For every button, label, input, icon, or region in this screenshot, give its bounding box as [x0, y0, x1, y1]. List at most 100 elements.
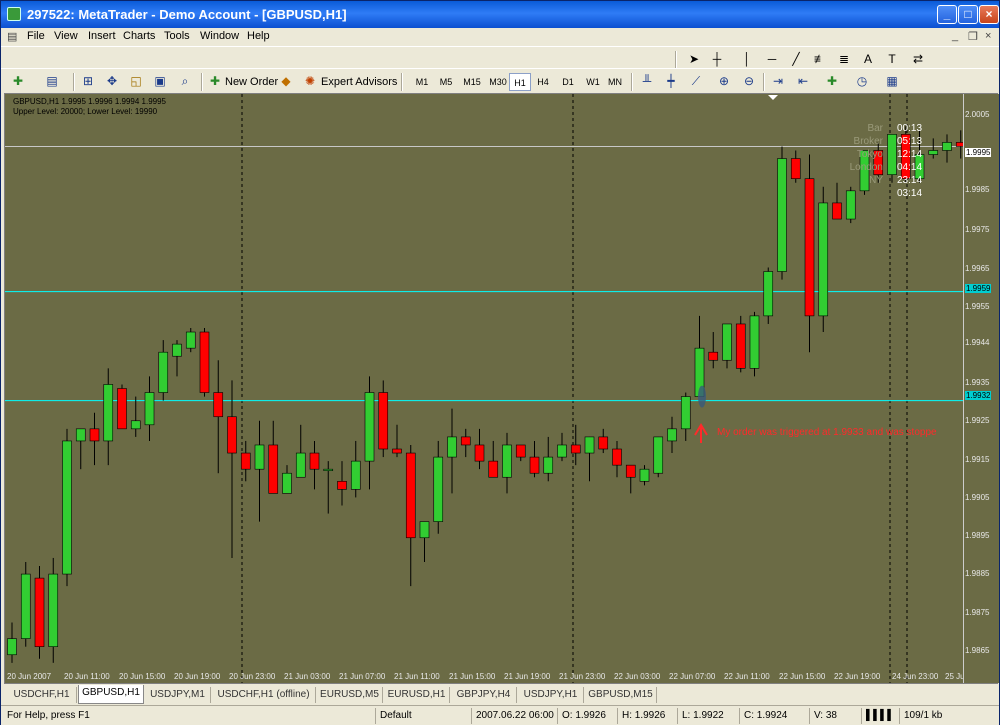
close-button[interactable]: × [979, 5, 999, 24]
expert-advisors-button[interactable]: Expert Advisors [321, 73, 397, 91]
profiles-icon[interactable]: ▤ [43, 73, 61, 90]
cursor-icon[interactable]: ➤ [685, 51, 703, 68]
connection-bars-icon: ▌▌▌▌ [861, 708, 897, 724]
price-axis[interactable]: 2.0005 1.9995 1.9985 1.9975 1.9965 1.995… [963, 94, 999, 683]
channel-icon[interactable]: ≢ [811, 51, 829, 68]
tab-gbpjpy-h4[interactable]: GBPJPY,H4 [451, 687, 517, 703]
candle-body [584, 436, 595, 454]
tab-gbpusd-h1[interactable]: GBPUSD,H1 [78, 685, 144, 704]
text-label-icon[interactable]: T [883, 51, 901, 68]
timeframe-d1[interactable]: D1 [557, 73, 579, 91]
tab-usdjpy-m1[interactable]: USDJPY,M1 [145, 687, 211, 703]
market-watch-icon[interactable]: ⊞ [79, 73, 97, 90]
autoscroll-icon[interactable]: ⇥ [769, 73, 787, 90]
candle-body [680, 396, 691, 430]
menu-insert[interactable]: Insert [88, 30, 116, 42]
mdi-minimize-icon[interactable]: _ [952, 30, 958, 42]
maximize-button[interactable]: □ [958, 5, 978, 24]
x-label: 20 Jun 19:00 [174, 672, 221, 681]
expert-advisors-icon[interactable]: ✺ [301, 73, 319, 90]
mdi-close-icon[interactable]: × [985, 30, 991, 42]
terminal-icon[interactable]: ◱ [127, 73, 145, 90]
candle-body [818, 202, 829, 317]
line-chart-icon[interactable]: ⟋ [687, 73, 705, 90]
text-icon[interactable]: A [859, 51, 877, 68]
vertical-line-icon[interactable]: │ [738, 51, 756, 68]
mdi-chart-icon[interactable]: ▤ [7, 30, 17, 43]
candle-body [89, 428, 100, 442]
candle-body [570, 444, 581, 454]
templates-icon[interactable]: ▦ [883, 73, 901, 90]
status-traffic: 109/1 kb [899, 708, 942, 724]
chart-shift-marker-icon [768, 95, 778, 100]
status-high: H: 1.9926 [617, 708, 665, 724]
tab-usdchf-h1[interactable]: USDCHF,H1 [7, 687, 77, 703]
menu-view[interactable]: View [54, 30, 78, 42]
timeframe-h1[interactable]: H1 [509, 73, 531, 91]
tab-usdchf-h1-offline[interactable]: USDCHF,H1 (offline) [212, 687, 316, 703]
candle-body [722, 323, 732, 361]
periods-icon[interactable]: ◷ [853, 73, 871, 90]
price-chart[interactable] [5, 94, 963, 683]
candle-body [158, 351, 169, 393]
menu-file[interactable]: File [27, 30, 45, 42]
candle-body [295, 452, 306, 478]
horizontal-line-icon[interactable]: ─ [763, 51, 781, 68]
timeframe-w1[interactable]: W1 [582, 73, 604, 91]
candle-body [790, 158, 801, 180]
chart-shift-icon[interactable]: ⇤ [794, 73, 812, 90]
candle-body [955, 142, 963, 147]
zoom-in-icon[interactable]: ⊕ [715, 73, 733, 90]
zoom-out-icon[interactable]: ⊖ [740, 73, 758, 90]
data-window-icon[interactable]: ⌕ [176, 73, 194, 90]
timeframe-m15[interactable]: M15 [459, 73, 485, 91]
candle-body [213, 392, 224, 418]
menu-tools[interactable]: Tools [164, 30, 190, 42]
candle-body [488, 460, 499, 478]
candle-body [433, 456, 444, 522]
bar-chart-icon[interactable]: ╨ [638, 73, 656, 90]
x-label: 22 Jun 15:00 [779, 672, 826, 681]
stat-key-broker: Broker [853, 136, 883, 147]
candle-body [48, 573, 59, 647]
chart-window[interactable]: GBPUSD,H1 1.9995 1.9996 1.9994 1.9995 Up… [4, 93, 999, 684]
trendline-icon[interactable]: ╱ [787, 51, 805, 68]
indicators-icon[interactable]: ✚ [823, 73, 841, 90]
fibonacci-icon[interactable]: ≣ [835, 51, 853, 68]
toolbar-separator [201, 73, 203, 91]
candle-body [144, 392, 155, 426]
candle-body [240, 452, 251, 470]
tab-gbpusd-m15[interactable]: GBPUSD,M15 [585, 687, 657, 703]
navigator-icon[interactable]: ✥ [103, 73, 121, 90]
tab-usdjpy-h1[interactable]: USDJPY,H1 [518, 687, 584, 703]
timeframe-mn[interactable]: MN [604, 73, 626, 91]
arrows-icon[interactable]: ⇄ [909, 51, 927, 68]
candle-body [185, 331, 196, 349]
timeframe-m30[interactable]: M30 [485, 73, 511, 91]
timeframe-m1[interactable]: M1 [411, 73, 433, 91]
timeframe-m5[interactable]: M5 [435, 73, 457, 91]
menu-help[interactable]: Help [247, 30, 270, 42]
mdi-restore-icon[interactable]: ❐ [968, 30, 978, 43]
candle-body [268, 444, 279, 494]
y-label: 1.9944 [965, 338, 990, 347]
title-bar: 297522: MetaTrader - Demo Account - [GBP… [1, 1, 999, 28]
candle-body [777, 158, 787, 272]
timeframe-h4[interactable]: H4 [532, 73, 554, 91]
new-order-button[interactable]: New Order [225, 73, 278, 91]
candle-body [199, 331, 210, 393]
crosshair-icon[interactable]: ┼ [708, 51, 726, 68]
new-chart-icon[interactable]: ✚ [9, 73, 27, 90]
new-order-icon[interactable]: ✚ [206, 73, 224, 90]
tab-eurusd-h1[interactable]: EURUSD,H1 [384, 687, 450, 703]
minimize-button[interactable]: _ [937, 5, 957, 24]
menu-window[interactable]: Window [200, 30, 239, 42]
tester-icon[interactable]: ▣ [151, 73, 169, 90]
candle-body [75, 428, 86, 442]
menu-charts[interactable]: Charts [123, 30, 155, 42]
candlestick-icon[interactable]: ┿ [662, 73, 680, 90]
toolbar-separator [675, 51, 677, 69]
window-title: 297522: MetaTrader - Demo Account - [GBP… [27, 7, 347, 22]
metaeditor-icon[interactable]: ◆ [277, 73, 295, 90]
tab-eurusd-m5[interactable]: EURUSD,M5 [317, 687, 383, 703]
